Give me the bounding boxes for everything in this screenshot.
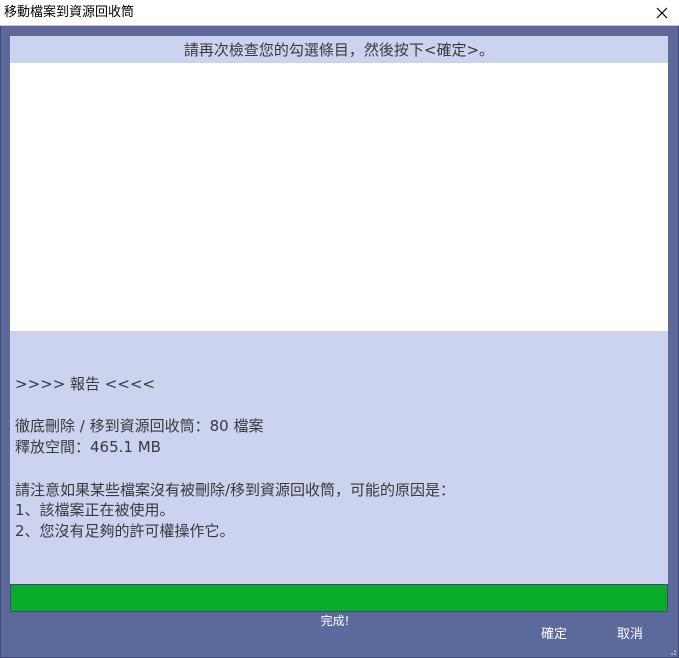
window-title: 移動檔案到資源回收筒 (4, 5, 135, 20)
progress-fill (11, 585, 667, 611)
report-panel: >>>> 報告 <<<< 徹底刪除 / 移到資源回收筒：80 檔案 釋放空間：4… (10, 331, 668, 584)
deleted-count: 徹底刪除 / 移到資源回收筒：80 檔案 (15, 417, 264, 435)
report-note: 請注意如果某些檔案沒有被刪除/移到資源回收筒，可能的原因是： (15, 481, 456, 499)
checked-items-list[interactable] (10, 63, 668, 331)
reason-item: 1、該檔案正在被使用。 (15, 501, 175, 519)
reason-item: 2、您沒有足夠的許可權操作它。 (15, 522, 235, 540)
progress-bar (10, 584, 668, 612)
progress-status: 完成! (320, 614, 350, 628)
ok-button[interactable]: 確定 (530, 624, 578, 646)
title-bar: 移動檔案到資源回收筒 (0, 0, 679, 26)
freed-space: 釋放空間：465.1 MB (15, 438, 161, 456)
resize-grip-icon[interactable] (667, 646, 677, 656)
instruction-text: 請再次檢查您的勾選條目，然後按下<確定>。 (183, 41, 495, 59)
close-icon (656, 7, 668, 19)
instruction-banner: 請再次檢查您的勾選條目，然後按下<確定>。 (10, 36, 668, 63)
report-header: >>>> 報告 <<<< (15, 375, 156, 393)
cancel-button[interactable]: 取消 (606, 624, 654, 646)
close-button[interactable] (645, 0, 679, 26)
